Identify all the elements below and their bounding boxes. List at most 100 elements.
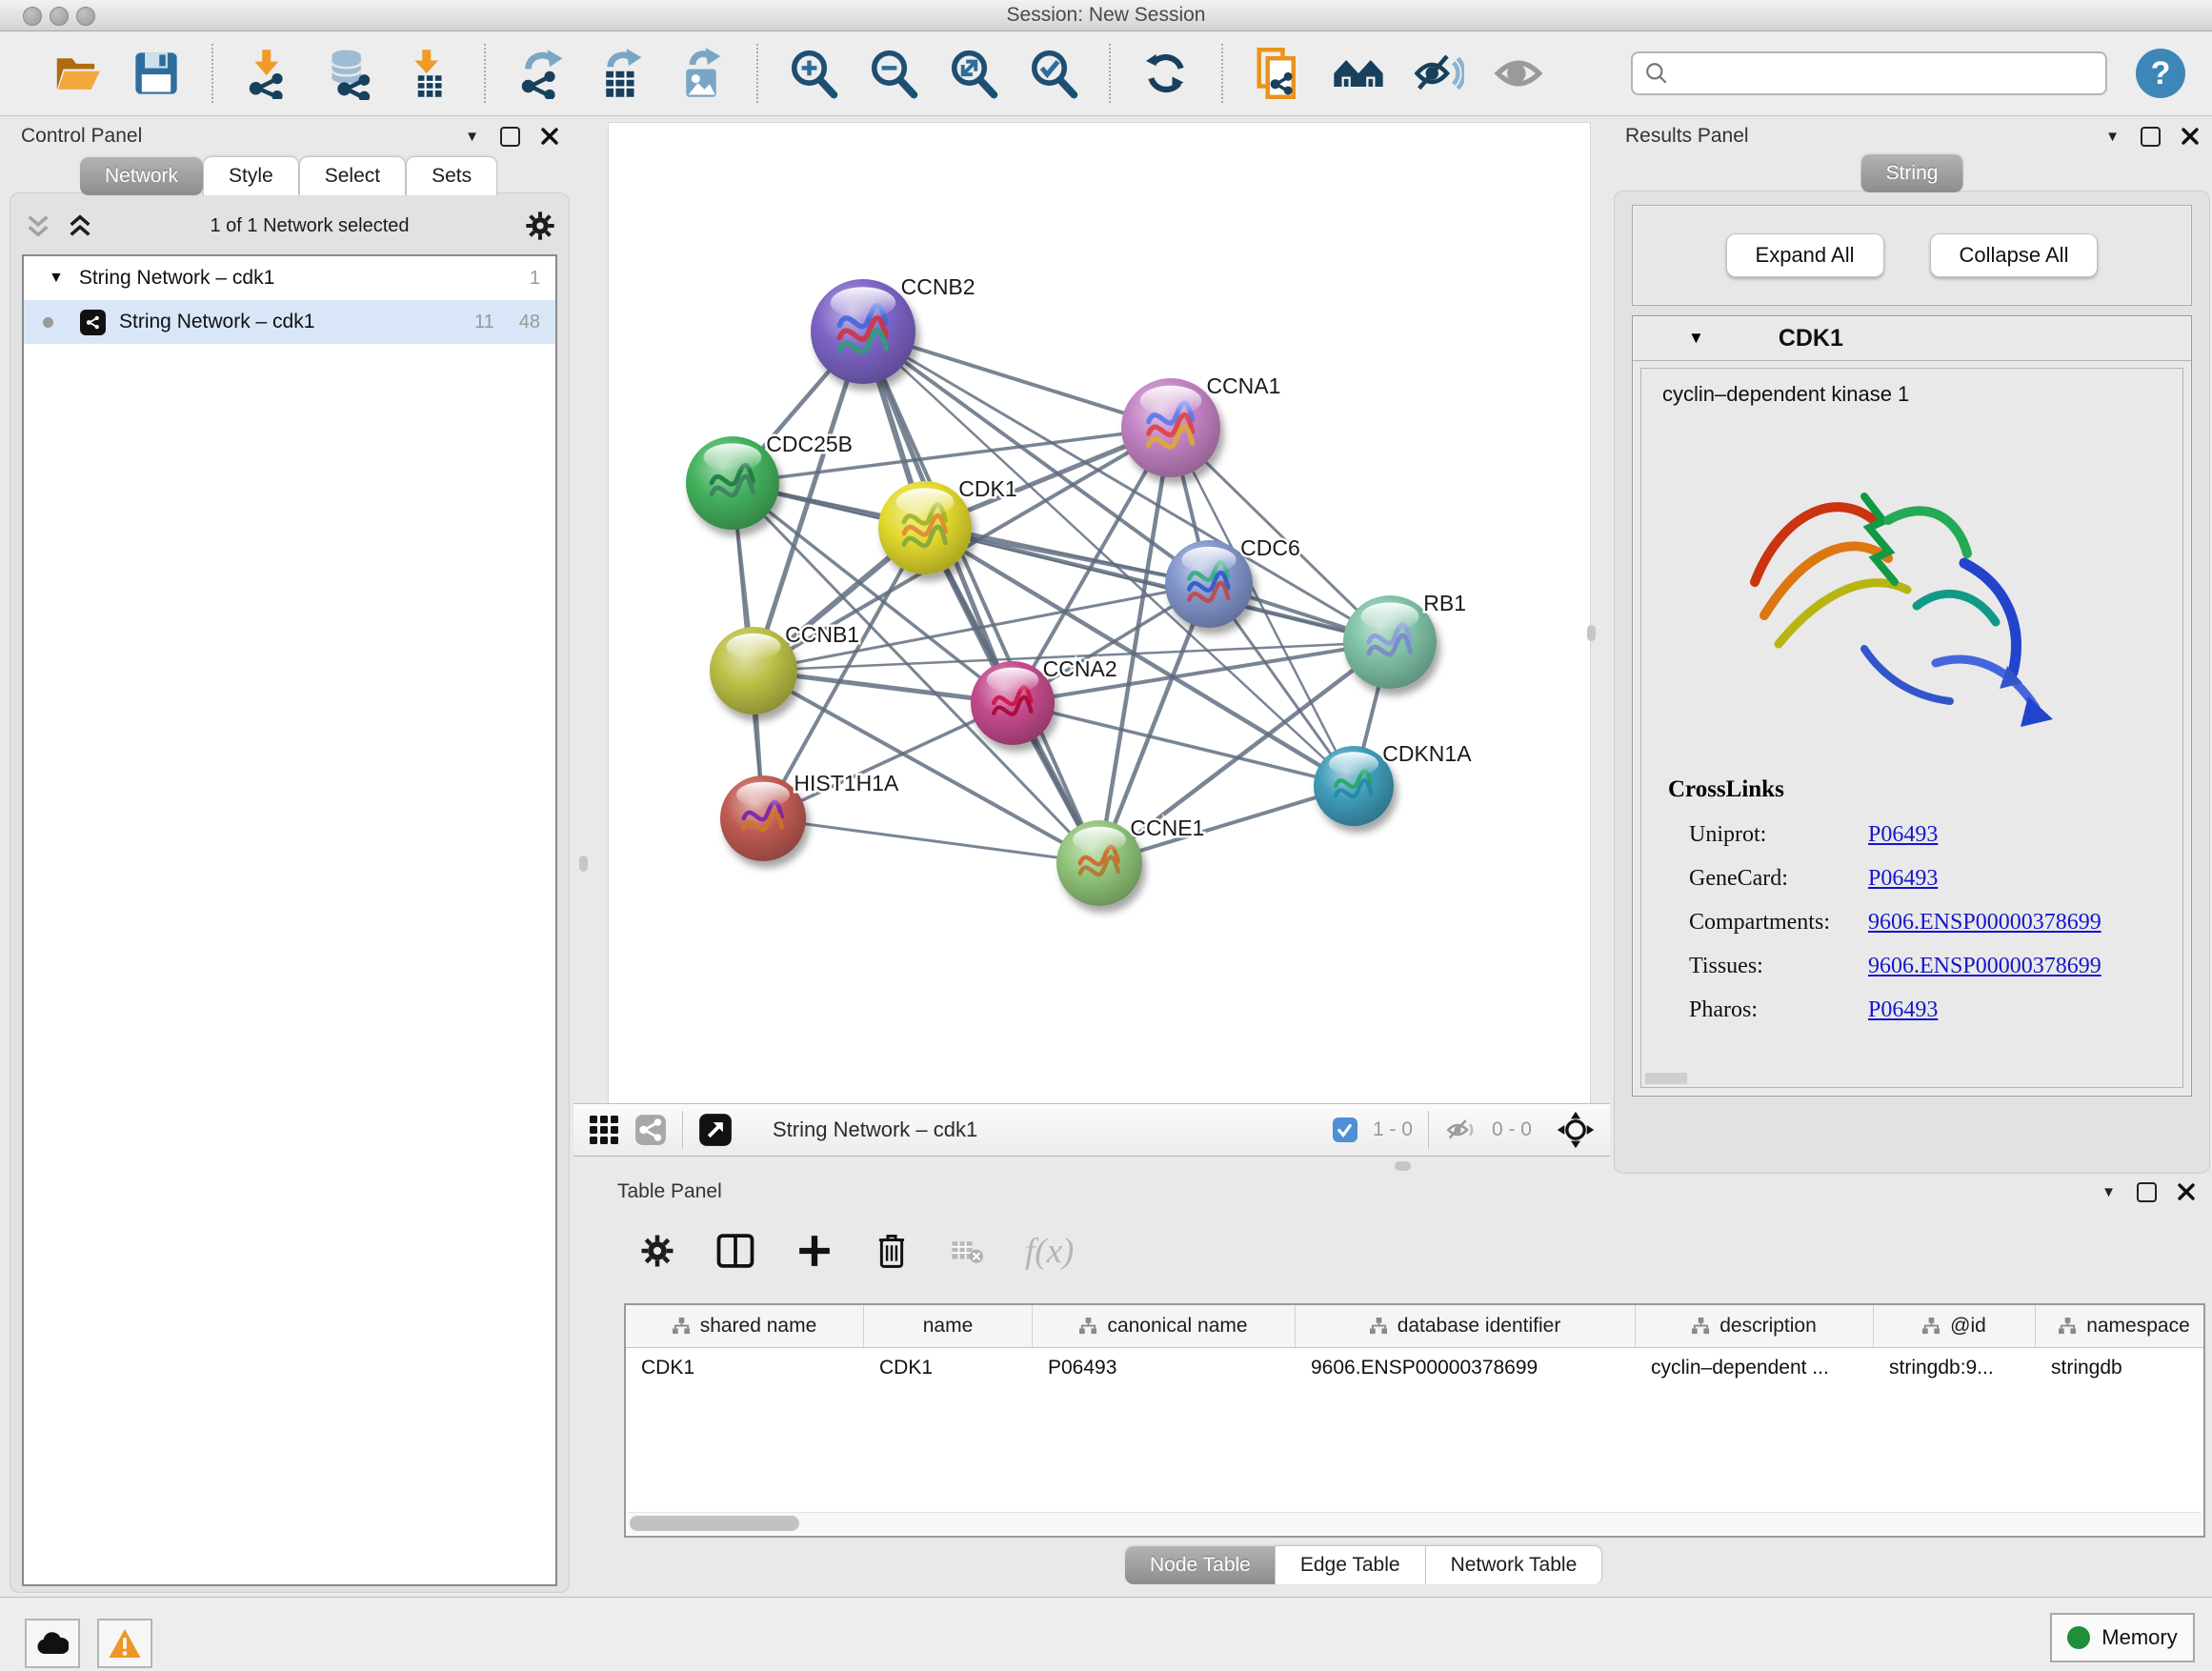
table-cell[interactable]: CDK1 [626,1348,864,1388]
crosslink-row: Tissues:9606.ENSP00000378699 [1668,944,2182,988]
current-network-name: String Network – cdk1 [773,1117,977,1142]
crosslink-link[interactable]: P06493 [1868,822,1938,848]
zoom-fit-icon[interactable] [947,47,1000,100]
right-splitter-handle[interactable] [1587,625,1596,641]
collection-name: String Network – cdk1 [79,267,274,290]
delete-column-trash-icon[interactable] [875,1232,909,1270]
clone-network-icon[interactable] [1252,47,1305,100]
tab-edge-table[interactable]: Edge Table [1275,1545,1426,1584]
create-column-plus-icon[interactable] [796,1233,833,1269]
panel-float-icon[interactable]: ▼ [2101,1185,2116,1199]
tab-network-table[interactable]: Network Table [1425,1545,1603,1584]
bottom-splitter-handle[interactable] [1395,1161,1411,1171]
memory-button[interactable]: Memory [2050,1613,2195,1662]
search-box[interactable] [1631,51,2107,95]
node-CCNB2[interactable] [811,279,915,384]
node-CCNA1[interactable] [1121,378,1220,477]
network-options-gear-icon[interactable] [525,211,555,241]
hscrollbar-thumb[interactable] [630,1516,799,1531]
collapse-all-button[interactable]: Collapse All [1930,233,2099,277]
tab-network[interactable]: Network [80,157,203,195]
cloud-status-button[interactable] [25,1619,80,1668]
zoom-in-icon[interactable] [787,47,840,100]
table-cell[interactable]: stringdb:9... [1874,1348,2036,1388]
panel-close-icon[interactable] [2178,1183,2195,1200]
node-table[interactable]: shared namenamecanonical namedatabase id… [624,1303,2205,1538]
collection-expand-caret[interactable]: ▼ [49,270,64,287]
crosslink-link[interactable]: P06493 [1868,997,1938,1023]
panel-float-icon[interactable]: ▼ [465,130,479,144]
show-panel-eye-icon[interactable] [1492,47,1545,100]
save-session-icon[interactable] [130,47,183,100]
show-columns-icon[interactable] [716,1233,754,1269]
hide-panel-eye-icon[interactable] [1412,47,1465,100]
node-label-CCNE1: CCNE1 [1130,815,1204,840]
table-cell[interactable]: CDK1 [864,1348,1033,1388]
column-header-namespace[interactable]: namespace [2036,1305,2205,1347]
tab-sets[interactable]: Sets [406,156,497,195]
export-network-icon[interactable] [514,47,568,100]
table-cell[interactable]: stringdb [2036,1348,2205,1388]
footer-separator [1428,1111,1429,1149]
table-options-gear-icon[interactable] [640,1234,674,1268]
selected-items-checkbox[interactable] [1333,1117,1357,1142]
table-hscrollbar[interactable] [628,1512,2202,1534]
tab-select[interactable]: Select [299,156,406,195]
panel-close-icon[interactable] [2182,128,2199,145]
zoom-out-icon[interactable] [867,47,920,100]
import-table-icon[interactable] [402,47,455,100]
network-row-selected[interactable]: String Network – cdk1 11 48 [24,300,555,344]
column-header-name[interactable]: name [864,1305,1033,1347]
grid-view-icon[interactable] [589,1115,619,1145]
results-panel-title: Results Panel [1625,125,1749,148]
table-cell[interactable]: cyclin–dependent ... [1636,1348,1874,1388]
network-view-mode-icon[interactable] [634,1114,667,1146]
search-input[interactable] [1679,61,2094,86]
gene-description: cyclin–dependent kinase 1 [1662,382,2182,407]
home-networks-icon[interactable] [1332,47,1385,100]
export-table-icon[interactable] [594,47,648,100]
gene-section-header[interactable]: ▼ CDK1 [1633,316,2191,361]
network-view-toolbar: String Network – cdk1 1 - 0 0 - 0 [573,1103,1610,1157]
gene-details-card: cyclin–dependent kinase 1 [1640,368,2183,1088]
gene-collapse-caret[interactable]: ▼ [1688,329,1704,348]
expand-all-button[interactable]: Expand All [1726,233,1884,277]
panel-maximize-icon[interactable] [2141,127,2161,147]
panel-close-icon[interactable] [541,128,558,145]
panel-maximize-icon[interactable] [2137,1182,2157,1202]
refresh-icon[interactable] [1139,47,1193,100]
open-session-icon[interactable] [50,47,103,100]
edge-HIST1H1A-CCNE1[interactable] [763,818,1099,863]
collapse-all-icon[interactable] [24,212,52,239]
crosslink-link[interactable]: P06493 [1868,866,1938,892]
import-network-from-database-icon[interactable] [322,47,375,100]
tab-string[interactable]: String [1861,154,1963,192]
table-row[interactable]: CDK1CDK1P064939606.ENSP00000378699cyclin… [626,1348,2203,1388]
crosslink-link[interactable]: 9606.ENSP00000378699 [1868,910,2101,936]
column-header-database-identifier[interactable]: database identifier [1296,1305,1636,1347]
panel-float-icon[interactable]: ▼ [2105,130,2120,144]
column-header-at-id[interactable]: @id [1874,1305,2036,1347]
birdseye-view-icon[interactable] [698,1113,733,1147]
fit-selected-crosshair-icon[interactable] [1557,1111,1595,1149]
help-button[interactable]: ? [2136,49,2185,98]
expand-all-icon[interactable] [66,212,94,239]
crosslink-link[interactable]: 9606.ENSP00000378699 [1868,954,2101,979]
import-network-icon[interactable] [242,47,295,100]
toolbar-separator [1109,44,1111,103]
warnings-button[interactable] [97,1619,152,1668]
table-cell[interactable]: P06493 [1033,1348,1296,1388]
tab-node-table[interactable]: Node Table [1125,1546,1276,1584]
network-collection-row[interactable]: ▼ String Network – cdk1 1 [24,256,555,300]
network-name: String Network – cdk1 [119,311,314,333]
table-cell[interactable]: 9606.ENSP00000378699 [1296,1348,1636,1388]
panel-maximize-icon[interactable] [500,127,520,147]
column-header-canonical-name[interactable]: canonical name [1033,1305,1296,1347]
column-header-shared-name[interactable]: shared name [626,1305,864,1347]
column-header-description[interactable]: description [1636,1305,1874,1347]
network-view-canvas[interactable]: CCNB2CCNA1CDC25BCDK1CDC6RB1CCNB1CCNA2CDK… [608,122,1591,1105]
tab-style[interactable]: Style [203,156,299,195]
zoom-selected-icon[interactable] [1027,47,1080,100]
left-splitter-handle[interactable] [579,856,588,872]
export-image-icon[interactable] [674,47,728,100]
